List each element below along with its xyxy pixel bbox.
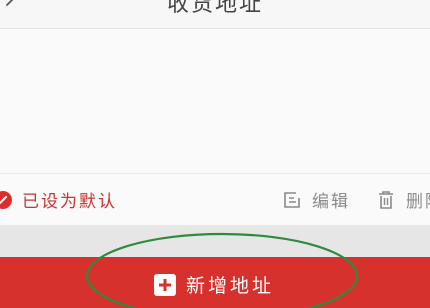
top-bar: 收货地址: [0, 0, 430, 29]
address-card[interactable]: 已设为默认 编辑 删除: [0, 29, 430, 225]
plus-icon: [154, 273, 176, 296]
page-title: 收货地址: [166, 0, 263, 17]
add-address-content: 新增地址: [154, 271, 274, 298]
address-list-screen: 收货地址 已设为默认 编辑 删 新增地址: [0, 0, 430, 308]
edit-button[interactable]: 编辑: [282, 187, 350, 212]
delete-button[interactable]: 删除: [376, 187, 430, 212]
add-address-label: 新增地址: [186, 275, 275, 297]
edit-label: 编辑: [312, 192, 350, 212]
delete-label: 删除: [406, 192, 430, 212]
default-status-label: 已设为默认: [22, 192, 117, 212]
section-gap: [0, 225, 430, 257]
trash-icon: [379, 190, 393, 209]
card-actions: 已设为默认 编辑 删除: [0, 174, 430, 225]
add-address-button[interactable]: 新增地址: [0, 257, 430, 308]
check-circle-icon: [0, 190, 12, 209]
address-details[interactable]: [0, 29, 430, 173]
edit-icon: [284, 191, 300, 208]
set-default-toggle[interactable]: 已设为默认: [0, 187, 117, 212]
